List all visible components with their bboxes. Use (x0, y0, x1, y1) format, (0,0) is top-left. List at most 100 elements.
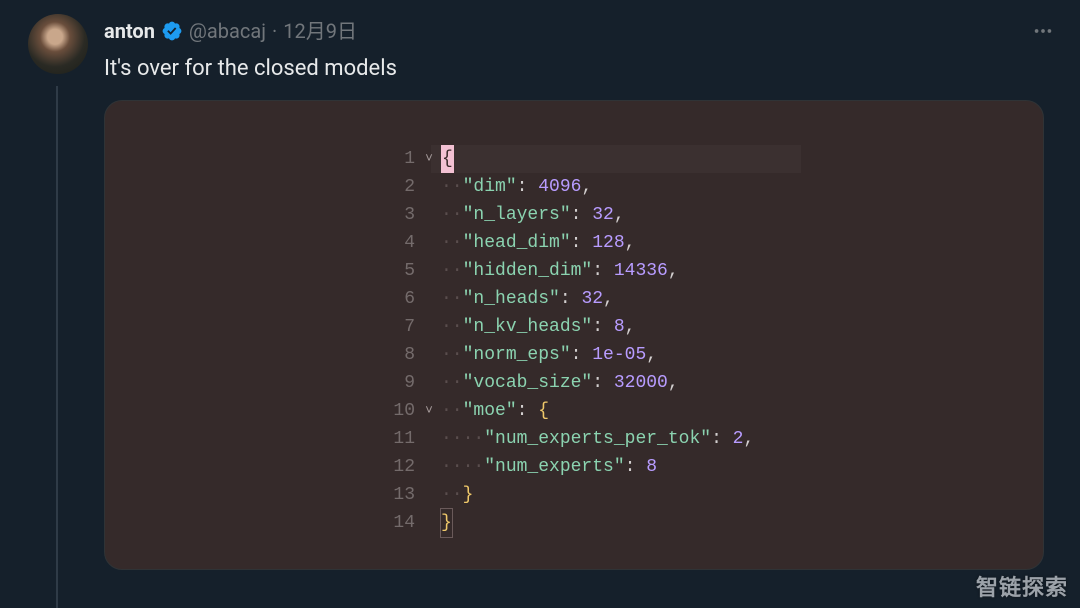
code-line: 13··} (385, 481, 754, 509)
code-token: : (592, 313, 614, 341)
code-block: 1˅{2··"dim": 4096,3··"n_layers": 32,4··"… (385, 145, 754, 537)
code-token: , (668, 257, 679, 285)
code-token: , (625, 229, 636, 257)
code-token: : (592, 369, 614, 397)
line-number: 4 (385, 229, 415, 257)
code-token: "num_experts" (484, 453, 624, 481)
tweet-date[interactable]: 12月9日 (283, 21, 357, 41)
code-token: : (592, 257, 614, 285)
line-number: 9 (385, 369, 415, 397)
verified-badge-icon (161, 20, 183, 42)
code-line: 2··"dim": 4096, (385, 173, 754, 201)
indent-guide: ·· (441, 369, 463, 397)
indent-guide: ·· (441, 341, 463, 369)
author-handle[interactable]: @abacaj (189, 21, 266, 41)
code-token: , (603, 285, 614, 313)
code-token: : (571, 229, 593, 257)
code-token: "n_heads" (463, 285, 560, 313)
thread-connector (56, 86, 58, 608)
line-number: 5 (385, 257, 415, 285)
code-token: 4096 (538, 173, 581, 201)
code-token: 14336 (614, 257, 668, 285)
code-token: } (441, 509, 452, 537)
indent-guide: ·· (441, 481, 463, 509)
code-token: "num_experts_per_tok" (484, 425, 711, 453)
line-number: 7 (385, 313, 415, 341)
indent-guide: ·· (441, 453, 463, 481)
code-token: 8 (646, 453, 657, 481)
code-token: } (463, 481, 474, 509)
watermark: 智链探索 (976, 570, 1068, 602)
tweet-header: anton @abacaj · 12月9日 (104, 14, 1060, 48)
code-line: 1˅{ (385, 145, 754, 173)
code-token: : (625, 453, 647, 481)
fold-chevron-icon[interactable]: ˅ (421, 397, 437, 425)
code-line: 7 ··"n_kv_heads": 8, (385, 313, 754, 341)
code-line: 12····"num_experts": 8 (385, 453, 754, 481)
code-token: : (517, 173, 539, 201)
tweet[interactable]: anton @abacaj · 12月9日 It's over for the … (0, 0, 1080, 570)
indent-guide: ·· (441, 229, 463, 257)
code-token: { (441, 145, 454, 173)
indent-guide: ·· (441, 397, 463, 425)
code-token: : (571, 201, 593, 229)
code-token: : (711, 425, 733, 453)
separator-dot: · (272, 21, 277, 41)
code-token: 8 (614, 313, 625, 341)
code-line: 4 ··"head_dim": 128, (385, 229, 754, 257)
code-token: "norm_eps" (463, 341, 571, 369)
line-number: 14 (385, 509, 415, 537)
code-line: 10˅··"moe": { (385, 397, 754, 425)
line-number: 3 (385, 201, 415, 229)
tweet-media[interactable]: 1˅{2··"dim": 4096,3··"n_layers": 32,4··"… (104, 100, 1044, 570)
code-token: "moe" (463, 397, 517, 425)
avatar[interactable] (28, 14, 88, 74)
code-line: 8 ··"norm_eps": 1e-05, (385, 341, 754, 369)
code-line: 5 ··"hidden_dim": 14336, (385, 257, 754, 285)
tweet-main: anton @abacaj · 12月9日 It's over for the … (104, 14, 1060, 570)
line-number: 6 (385, 285, 415, 313)
avatar-column (28, 14, 88, 570)
code-token: 128 (592, 229, 624, 257)
code-token: , (614, 201, 625, 229)
indent-guide: ·· (441, 201, 463, 229)
indent-guide: ·· (463, 453, 485, 481)
indent-guide: ·· (441, 173, 463, 201)
indent-guide: ·· (441, 257, 463, 285)
line-number: 10 (385, 397, 415, 425)
code-token: "hidden_dim" (463, 257, 593, 285)
code-token: , (646, 341, 657, 369)
code-token: : (560, 285, 582, 313)
code-line: 3 ··"n_layers": 32, (385, 201, 754, 229)
ellipsis-icon (1032, 20, 1054, 42)
code-line: 6 ··"n_heads": 32, (385, 285, 754, 313)
code-token: "n_layers" (463, 201, 571, 229)
more-button[interactable] (1026, 14, 1060, 48)
code-token: "n_kv_heads" (463, 313, 593, 341)
line-number: 11 (385, 425, 415, 453)
code-token: 32 (581, 285, 603, 313)
code-token: , (581, 173, 592, 201)
code-token: , (668, 369, 679, 397)
code-token: 1e-05 (592, 341, 646, 369)
fold-chevron-icon[interactable]: ˅ (421, 145, 437, 173)
line-number: 1 (385, 145, 415, 173)
line-number: 12 (385, 453, 415, 481)
code-token: "dim" (463, 173, 517, 201)
code-token: "head_dim" (463, 229, 571, 257)
author-name[interactable]: anton (104, 21, 155, 41)
code-token: { (538, 397, 549, 425)
indent-guide: ·· (463, 425, 485, 453)
line-number: 8 (385, 341, 415, 369)
code-token: 32 (592, 201, 614, 229)
indent-guide: ·· (441, 313, 463, 341)
code-token: , (743, 425, 754, 453)
code-token: , (625, 313, 636, 341)
code-token: 32000 (614, 369, 668, 397)
indent-guide: ·· (441, 425, 463, 453)
code-line: 9 ··"vocab_size": 32000, (385, 369, 754, 397)
code-line: 11····"num_experts_per_tok": 2, (385, 425, 754, 453)
indent-guide: ·· (441, 285, 463, 313)
code-token: : (571, 341, 593, 369)
code-token: "vocab_size" (463, 369, 593, 397)
